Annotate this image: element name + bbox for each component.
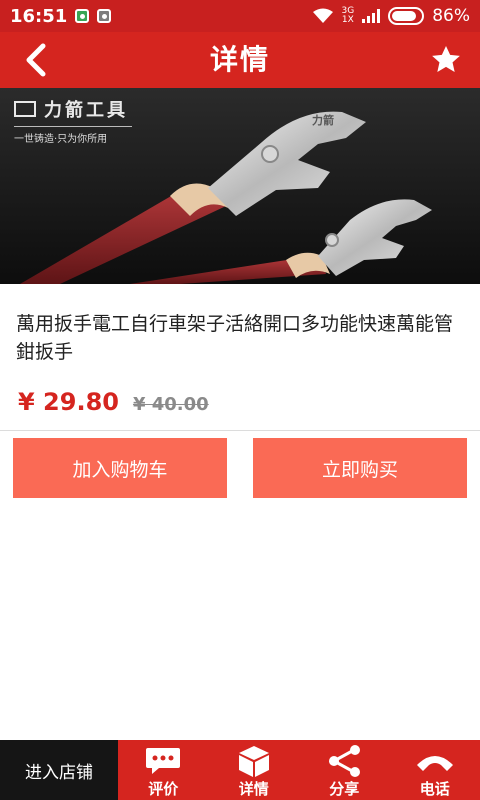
star-icon bbox=[432, 46, 460, 72]
tab-share[interactable]: 分享 bbox=[299, 740, 390, 800]
tab-review-label: 评价 bbox=[148, 780, 179, 798]
chevron-left-icon bbox=[26, 43, 46, 77]
product-name: 萬用扳手電工自行車架子活絡開口多功能快速萬能管鉗扳手 bbox=[16, 313, 454, 363]
enter-store-button[interactable]: 进入店铺 bbox=[0, 740, 118, 800]
phone-icon bbox=[416, 756, 453, 771]
favorite-button[interactable] bbox=[428, 42, 464, 78]
battery-icon bbox=[388, 7, 425, 25]
comment-icon bbox=[146, 748, 181, 774]
image-notification-icon bbox=[97, 9, 112, 23]
tab-details-label: 详情 bbox=[238, 780, 269, 798]
status-time: 16:51 bbox=[10, 5, 68, 27]
tool-brand-label: 力箭 bbox=[312, 114, 334, 127]
buy-now-button[interactable]: 立即购买 bbox=[253, 438, 467, 498]
original-price: ¥ 40.00 bbox=[132, 394, 209, 415]
price-row: ¥ 29.80 ¥ 40.00 bbox=[18, 388, 209, 416]
status-bar: 16:51 3G 1X 86% bbox=[0, 0, 480, 32]
header: 详情 bbox=[0, 32, 480, 88]
tab-share-label: 分享 bbox=[329, 780, 360, 798]
tab-phone-label: 电话 bbox=[419, 780, 450, 798]
add-to-cart-button[interactable]: 加入购物车 bbox=[13, 438, 227, 498]
tab-review[interactable]: 评价 bbox=[118, 740, 209, 800]
back-button[interactable] bbox=[18, 42, 54, 78]
brand-slogan: 一世铸造·只为你所用 bbox=[14, 134, 108, 145]
app-notification-icon bbox=[75, 9, 90, 23]
network-type: 3G 1X bbox=[341, 6, 355, 25]
divider bbox=[0, 430, 480, 431]
brand-mark-icon bbox=[14, 101, 36, 117]
tab-phone[interactable]: 电话 bbox=[390, 740, 480, 800]
product-image[interactable]: 力箭工具 一世铸造·只为你所用 力箭 bbox=[0, 88, 480, 284]
wifi-icon bbox=[312, 8, 333, 23]
brand-name: 力箭工具 bbox=[44, 100, 128, 121]
page-title: 详情 bbox=[209, 43, 270, 76]
signal-icon bbox=[362, 9, 381, 23]
tab-details[interactable]: 详情 bbox=[209, 740, 300, 800]
brand-logo: 力箭工具 一世铸造·只为你所用 bbox=[14, 96, 132, 145]
box-icon bbox=[238, 746, 269, 777]
share-icon bbox=[329, 745, 361, 777]
battery-percent: 86% bbox=[432, 6, 470, 26]
bottom-bar: 进入店铺 评价 详情 分享 电话 bbox=[0, 740, 480, 800]
current-price: ¥ 29.80 bbox=[18, 388, 119, 416]
